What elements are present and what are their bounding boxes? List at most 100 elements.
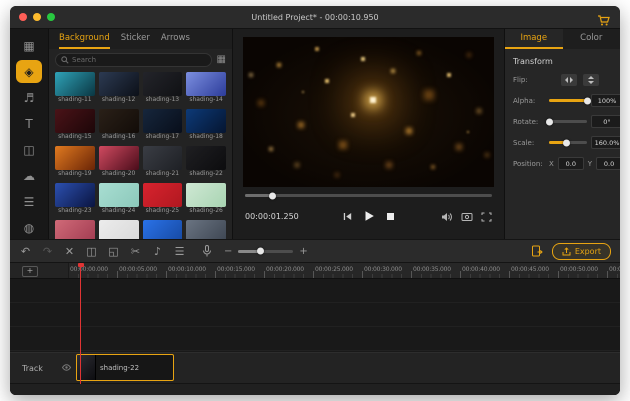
ruler-label: 00:00:20.000 <box>266 266 304 273</box>
thumbnail-item[interactable]: shading-19 <box>55 146 95 178</box>
thumbnail-item[interactable] <box>186 220 226 239</box>
add-track-button[interactable]: + <box>22 266 38 277</box>
rotate-value[interactable]: 0° <box>591 115 620 128</box>
alpha-slider[interactable] <box>549 99 587 102</box>
grid-view-icon[interactable]: ▦ <box>217 55 226 65</box>
scale-slider-handle[interactable] <box>563 139 570 146</box>
timeline-tracks[interactable]: Track shading-22 <box>10 279 620 395</box>
tab-color[interactable]: Color <box>563 29 621 49</box>
thumbnail-item[interactable]: shading-14 <box>186 72 226 104</box>
position-y-value[interactable]: 0.0 <box>596 157 620 170</box>
zoom-in-button[interactable]: + <box>299 246 307 257</box>
thumbnail-item[interactable]: shading-17 <box>143 109 183 141</box>
zoom-slider-handle[interactable] <box>257 248 264 255</box>
close-window-button[interactable] <box>19 13 27 21</box>
thumbnail-item[interactable]: shading-13 <box>143 72 183 104</box>
volume-icon[interactable] <box>441 207 453 226</box>
alpha-value[interactable]: 100% <box>591 94 620 107</box>
step-back-button[interactable] <box>343 212 352 221</box>
rotate-slider-handle[interactable] <box>546 118 553 125</box>
thumbnail-item[interactable]: shading-11 <box>55 72 95 104</box>
playhead[interactable] <box>80 263 81 384</box>
project-file-icon[interactable] <box>531 245 543 257</box>
thumbnail-image <box>55 220 95 239</box>
timeline-zoom-slider[interactable] <box>238 250 293 253</box>
microphone-icon[interactable] <box>202 245 212 257</box>
seek-handle[interactable] <box>269 192 276 199</box>
sidebar-item-elements[interactable]: ◈ <box>16 60 42 83</box>
play-button[interactable] <box>363 210 375 222</box>
alpha-label: Alpha: <box>513 97 545 105</box>
stop-button[interactable] <box>386 212 395 221</box>
sidebar-item-cloud[interactable]: ☁ <box>16 164 42 187</box>
sidebar-item-overlay[interactable]: ◫ <box>16 138 42 161</box>
position-x-value[interactable]: 0.0 <box>558 157 584 170</box>
maximize-window-button[interactable] <box>47 13 55 21</box>
thumbnail-item[interactable]: shading-23 <box>55 183 95 215</box>
undo-icon[interactable]: ↶ <box>19 245 32 258</box>
export-button[interactable]: Export <box>552 243 611 260</box>
thumbnail-label: shading-23 <box>55 207 95 215</box>
thumbnail-item[interactable]: shading-26 <box>186 183 226 215</box>
thumbnail-item[interactable] <box>143 220 183 239</box>
ruler-label: 00:00:35.000 <box>413 266 451 273</box>
sidebar-item-audio[interactable]: ♬ <box>16 86 42 109</box>
flip-vertical-button[interactable] <box>583 74 599 86</box>
position-row: Position: X 0.0 Y 0.0 <box>513 157 612 170</box>
thumbnail-label: shading-18 <box>186 133 226 141</box>
thumbnail-item[interactable] <box>99 220 139 239</box>
track-visibility-icon[interactable] <box>62 356 71 375</box>
timeline-clip[interactable]: shading-22 <box>76 354 174 381</box>
flip-label: Flip: <box>513 76 545 84</box>
settings-icon[interactable]: ☰ <box>173 245 186 258</box>
redo-icon[interactable]: ↷ <box>41 245 54 258</box>
delete-icon[interactable]: ✕ <box>63 245 76 258</box>
sidebar-item-more[interactable]: ◍ <box>16 216 42 239</box>
thumbnail-label: shading-19 <box>55 170 95 178</box>
sidebar-item-effects[interactable]: ☰ <box>16 190 42 213</box>
minimize-window-button[interactable] <box>33 13 41 21</box>
copy-icon[interactable]: ◫ <box>85 245 98 258</box>
thumbnail-item[interactable] <box>55 220 95 239</box>
tab-image[interactable]: Image <box>505 29 563 49</box>
sidebar-item-media[interactable]: ▦ <box>16 34 42 57</box>
seek-bar[interactable] <box>245 194 492 197</box>
snapshot-icon[interactable] <box>461 207 473 226</box>
flip-horizontal-button[interactable] <box>561 74 577 86</box>
transform-title: Transform <box>513 57 612 66</box>
alpha-slider-handle[interactable] <box>584 97 591 104</box>
position-x-label: X <box>549 160 554 168</box>
thumbnail-item[interactable]: shading-21 <box>143 146 183 178</box>
thumbnail-item[interactable]: shading-18 <box>186 109 226 141</box>
zoom-out-button[interactable]: − <box>224 246 232 257</box>
thumbnail-item[interactable]: shading-25 <box>143 183 183 215</box>
scale-slider[interactable] <box>549 141 587 144</box>
tab-background[interactable]: Background <box>59 29 110 49</box>
fullscreen-icon[interactable] <box>481 207 492 226</box>
rotate-slider[interactable] <box>549 120 587 123</box>
export-icon <box>562 247 571 256</box>
tab-arrows[interactable]: Arrows <box>161 29 190 49</box>
timeline-scrollbar[interactable] <box>10 383 620 395</box>
thumbnail-image <box>99 220 139 239</box>
mute-icon[interactable]: ♪ <box>151 245 164 258</box>
thumbnail-item[interactable]: shading-20 <box>99 146 139 178</box>
timeline-ruler[interactable]: + 00:00:00.00000:00:05.00000:00:10.00000… <box>10 263 620 279</box>
media-search-row: Search ▦ <box>49 49 232 68</box>
search-input[interactable]: Search <box>55 53 212 67</box>
thumbnail-item[interactable]: shading-12 <box>99 72 139 104</box>
scale-value[interactable]: 160.0% <box>591 136 620 149</box>
cart-icon[interactable] <box>597 11 610 30</box>
split-icon[interactable]: ✂ <box>129 245 142 258</box>
ruler-label: 00:00:10.000 <box>168 266 206 273</box>
thumbnail-item[interactable]: shading-15 <box>55 109 95 141</box>
timeline: + 00:00:00.00000:00:05.00000:00:10.00000… <box>10 263 620 395</box>
crop-icon[interactable]: ◱ <box>107 245 120 258</box>
thumbnail-item[interactable]: shading-16 <box>99 109 139 141</box>
thumbnail-image <box>186 109 226 133</box>
thumbnail-item[interactable]: shading-22 <box>186 146 226 178</box>
thumbnail-item[interactable]: shading-24 <box>99 183 139 215</box>
video-preview[interactable] <box>243 37 494 187</box>
tab-sticker[interactable]: Sticker <box>121 29 150 49</box>
sidebar-item-text[interactable]: T <box>16 112 42 135</box>
